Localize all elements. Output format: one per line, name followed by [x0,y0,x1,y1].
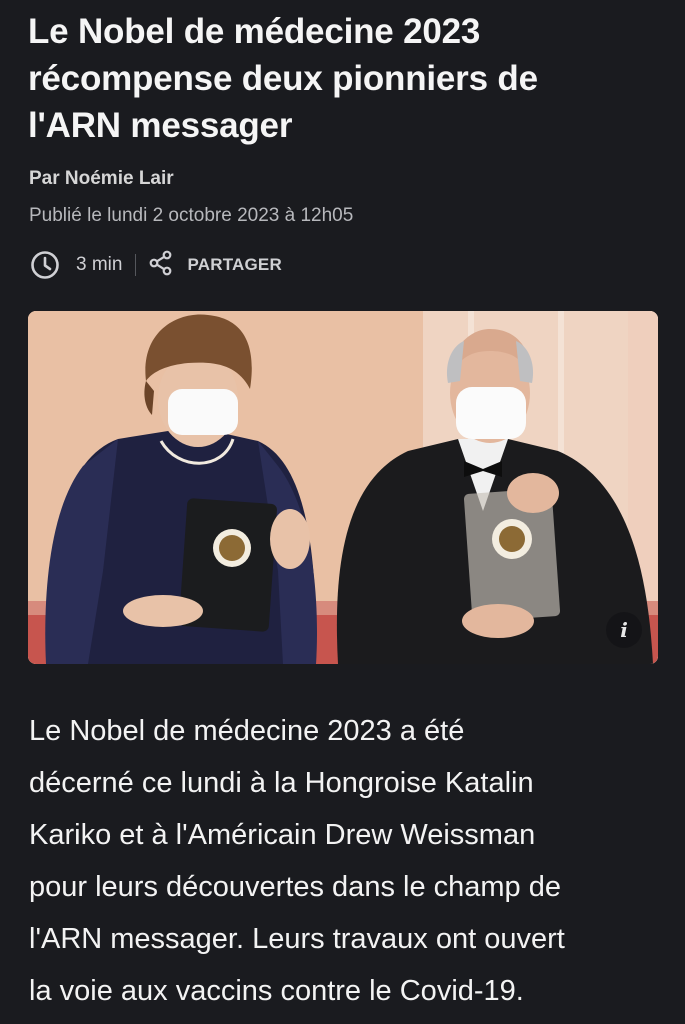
info-glyph: i [620,618,628,642]
share-label: PARTAGER [187,255,282,274]
author-byline[interactable]: Par Noémie Lair [29,168,174,190]
article-meta-row: 3 min PARTAGER [29,248,282,282]
share-icon [149,250,173,281]
published-date: Publié le lundi 2 octobre 2023 à 12h05 [29,205,354,226]
article-lead: Le Nobel de médecine 2023 a été décerné … [29,715,565,1007]
read-time: 3 min [76,254,123,275]
article-title: Le Nobel de médecine 2023 récompense deu… [28,12,538,145]
clock-icon [29,249,61,281]
article-photo[interactable]: i [28,311,658,664]
meta-divider [135,254,137,276]
article: Le Nobel de médecine 2023 récompense deu… [0,0,685,1024]
share-button[interactable]: PARTAGER [149,250,282,281]
photo-illustration [28,311,658,664]
info-icon[interactable]: i [606,612,642,648]
